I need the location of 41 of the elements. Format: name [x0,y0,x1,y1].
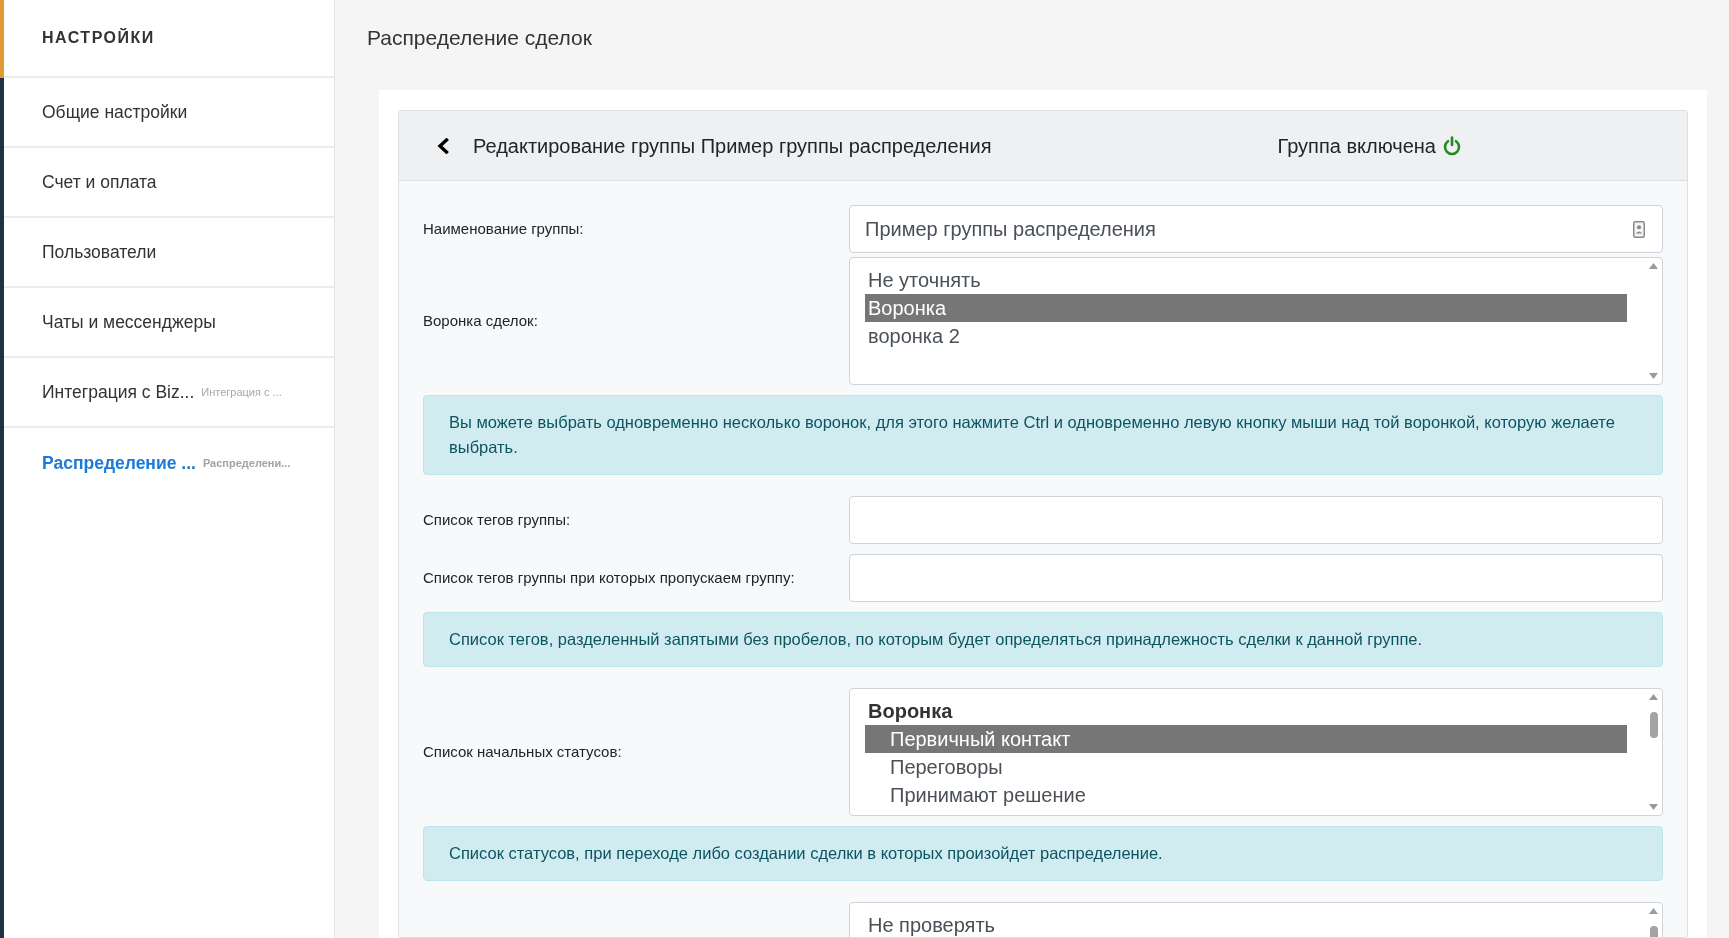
field-label: Список начальных статусов: [423,743,622,760]
text-field[interactable] [849,496,1663,544]
status-label: Группа включена [1277,133,1436,159]
scroll-up-arrow-icon [1649,694,1658,700]
info-alert: Список статусов, при переходе либо создании сделки в которых произойдет распределение. [423,826,1663,881]
field-label: Наименование группы: [423,220,584,237]
scroll-down-arrow-icon [1649,373,1658,379]
info-alert: Вы можете выбрать одновременно несколько воронок, для этого нажмите Ctrl и одновременно левую кнопку мыши над той воронкой, которую желаете выбрать. [423,395,1663,475]
sidebar-item[interactable]: Распределение ... Распределени... [4,428,334,498]
chevron-left-icon [437,137,449,154]
select-listbox[interactable]: Не проверять [849,902,1663,937]
listbox-option[interactable]: воронка 2 [865,322,1627,350]
select-listbox[interactable]: Воронка Первичный контакт Переговоры Принимают решение [849,688,1663,816]
listbox-option[interactable]: Первичный контакт [865,725,1627,753]
sidebar-item[interactable]: Пользователи [4,218,334,288]
info-alert: Список тегов, разделенный запятыми без пробелов, по которым будет определяться принадлежность сделки к данной группе. [423,612,1663,667]
text-field[interactable]: Пример группы распределения [849,205,1663,253]
listbox-option[interactable]: Не проверять [865,911,1627,937]
sidebar-title: НАСТРОЙКИ [42,27,155,48]
option-group-label: Воронка [867,699,954,724]
page-title: Распределение сделок [367,25,592,52]
listbox-option[interactable]: Принимают решение [865,781,1627,809]
sidebar-item[interactable]: Интеграция с Biz... Интеграция с ... [4,358,334,428]
field-label: Список тегов группы: [423,511,571,528]
back-button[interactable] [435,135,451,156]
sidebar-item[interactable]: Общие настройки [4,78,334,148]
contact-card-icon [1633,220,1645,238]
card-title: Редактирование группы Пример группы распределения [473,133,992,159]
select-listbox[interactable]: Не уточнять Воронка воронка 2 [849,257,1663,385]
scroll-down-arrow-icon [1649,804,1658,810]
sidebar-item[interactable]: Чаты и мессенджеры [4,288,334,358]
listbox-option[interactable]: Переговоры [865,753,1627,781]
text-field[interactable] [849,554,1663,602]
field-label: Воронка сделок: [423,312,538,329]
scroll-up-arrow-icon [1649,263,1658,269]
sidebar-item[interactable]: Счет и оплата [4,148,334,218]
scroll-up-arrow-icon [1649,908,1658,914]
listbox-option[interactable]: Не уточнять [865,266,1627,294]
field-label: Список тегов группы при которых пропускаем группу: [423,569,795,586]
scrollbar-thumb[interactable] [1649,712,1658,738]
listbox-option[interactable]: Воронка [865,294,1627,322]
